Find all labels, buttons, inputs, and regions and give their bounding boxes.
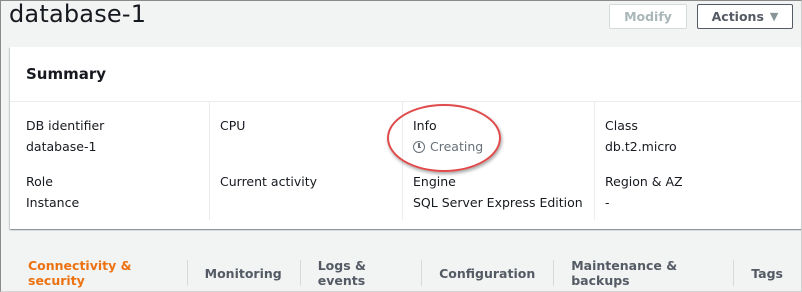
tab-maintenance-backups[interactable]: Maintenance & backups <box>553 258 733 288</box>
info-label: Info <box>413 118 437 133</box>
modify-button-label: Modify <box>624 9 672 24</box>
region-az-value: - <box>605 195 610 210</box>
info-status: Creating <box>413 136 594 158</box>
actions-button-label: Actions <box>711 9 764 24</box>
tab-configuration[interactable]: Configuration <box>421 259 553 287</box>
summary-columns: DB identifier database-1 Role Instance C… <box>10 102 801 228</box>
summary-heading: Summary <box>10 47 801 102</box>
current-activity-value <box>220 192 402 214</box>
modify-button[interactable]: Modify <box>609 4 687 29</box>
page-title: database-1 <box>9 0 147 28</box>
info-status-value: Creating <box>430 139 484 154</box>
db-identifier-value: database-1 <box>26 139 97 154</box>
summary-panel: Summary DB identifier database-1 Role In… <box>10 47 801 229</box>
region-az-label: Region & AZ <box>605 174 683 189</box>
tab-connectivity-security[interactable]: Connectivity & security <box>10 258 187 288</box>
summary-column-4: Class db.t2.micro Region & AZ - <box>594 102 801 220</box>
db-identifier-label: DB identifier <box>26 118 105 133</box>
cpu-value <box>220 136 402 158</box>
rds-instance-detail-page: database-1 Modify Actions ▼ Summary DB i… <box>0 0 802 292</box>
tab-tags[interactable]: Tags <box>733 259 801 287</box>
tab-logs-events[interactable]: Logs & events <box>299 258 421 288</box>
current-activity-label: Current activity <box>220 174 317 189</box>
role-label: Role <box>26 174 53 189</box>
tab-monitoring[interactable]: Monitoring <box>186 259 300 287</box>
engine-label: Engine <box>413 174 456 189</box>
class-value: db.t2.micro <box>605 139 677 154</box>
detail-tabs: Connectivity & security Monitoring Logs … <box>10 258 801 288</box>
summary-column-2: CPU Current activity <box>209 102 402 220</box>
caret-down-icon: ▼ <box>769 10 779 23</box>
cpu-label: CPU <box>220 118 246 133</box>
summary-column-3: Info Creating Engine SQL Server Express … <box>402 102 594 220</box>
class-label: Class <box>605 118 638 133</box>
role-value: Instance <box>26 195 80 210</box>
actions-dropdown-button[interactable]: Actions ▼ <box>697 4 793 29</box>
summary-column-1: DB identifier database-1 Role Instance <box>10 102 209 220</box>
engine-value: SQL Server Express Edition <box>413 195 583 210</box>
clock-icon <box>413 141 425 153</box>
